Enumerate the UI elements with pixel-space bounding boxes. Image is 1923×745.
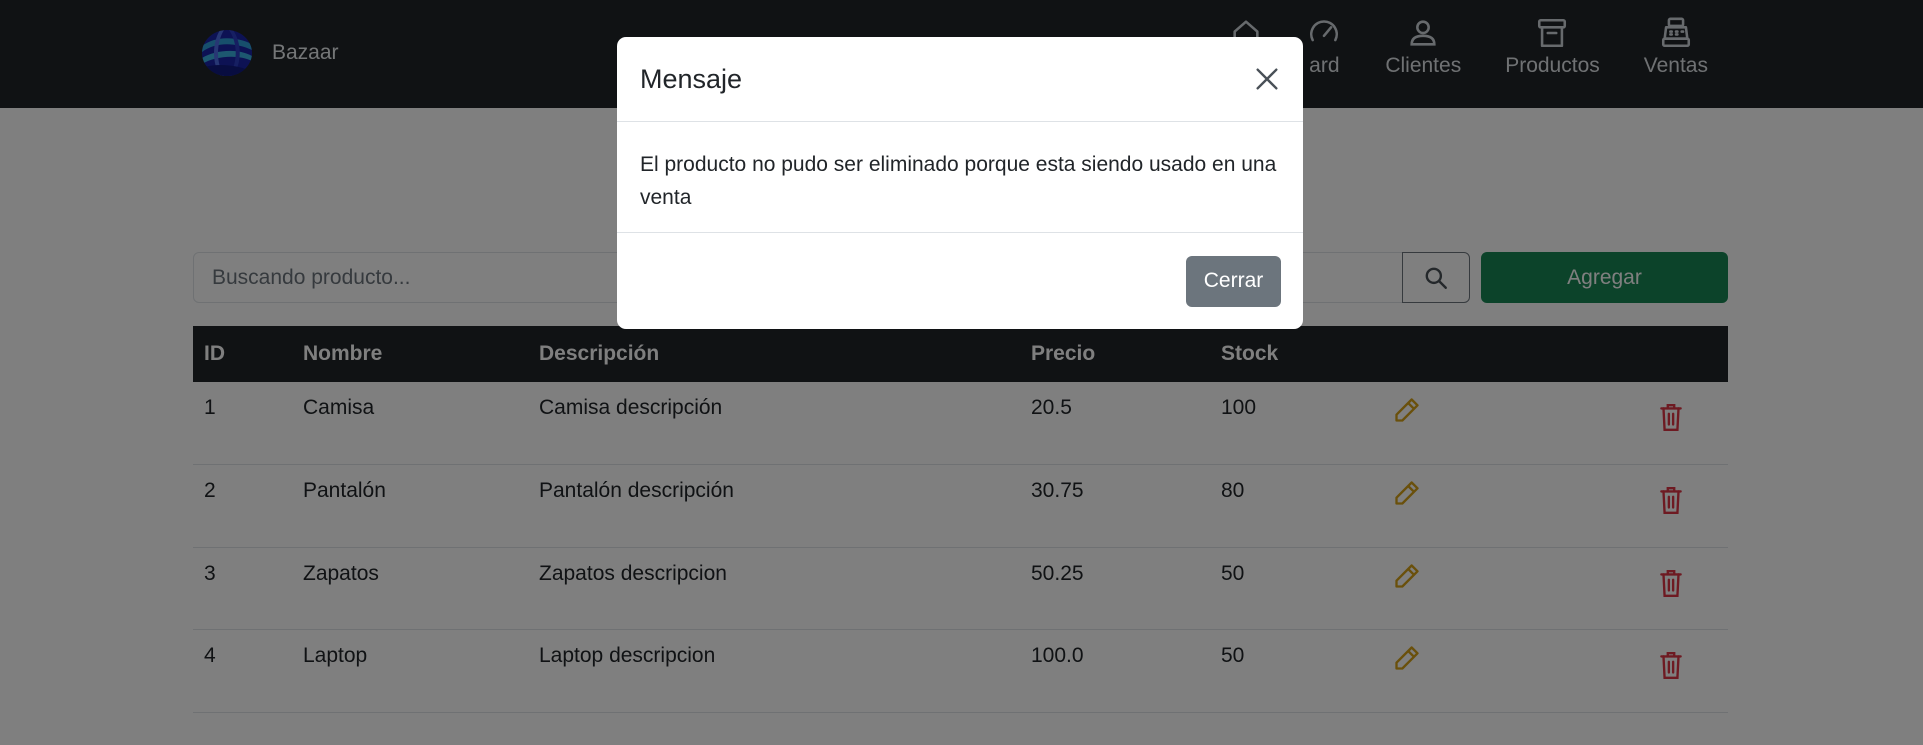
modal-footer: Cerrar <box>617 233 1303 329</box>
close-icon[interactable] <box>1251 63 1283 95</box>
modal-title: Mensaje <box>640 63 743 94</box>
close-button[interactable]: Cerrar <box>1186 255 1281 307</box>
modal-body: El producto no pudo ser eliminado porque… <box>617 122 1303 233</box>
modal-header: Mensaje <box>617 37 1303 122</box>
message-modal: Mensaje El producto no pudo ser eliminad… <box>617 37 1303 329</box>
